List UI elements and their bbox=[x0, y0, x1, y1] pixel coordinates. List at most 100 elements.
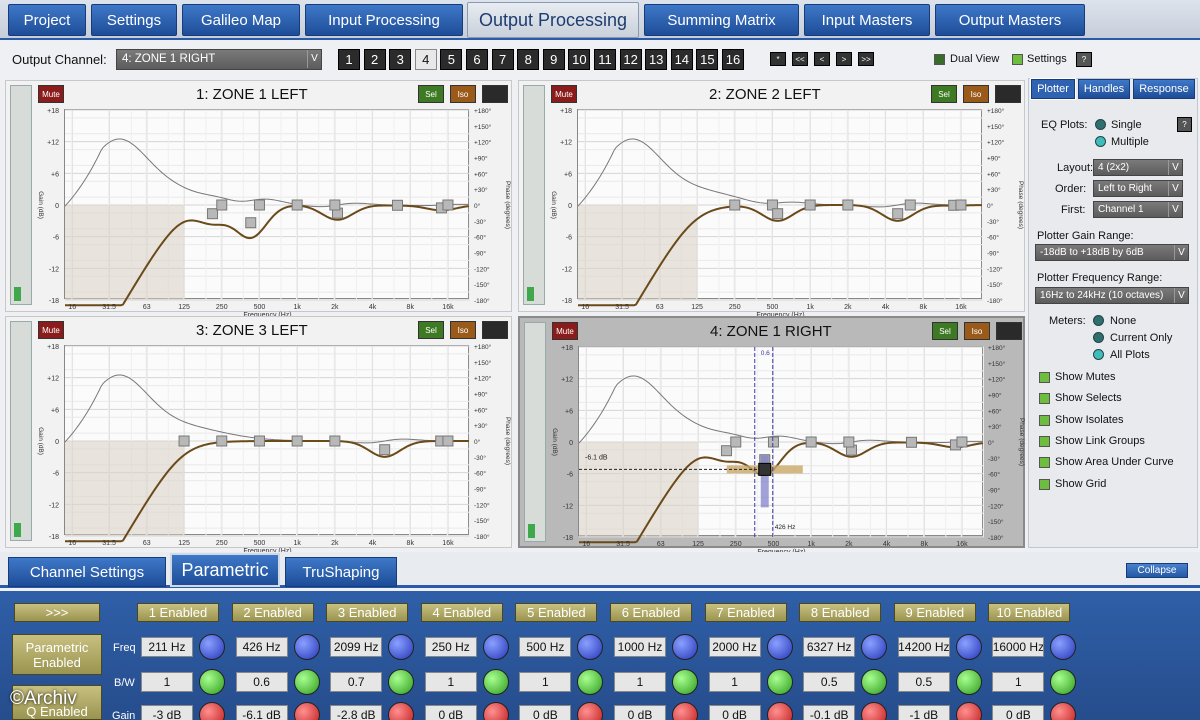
tab-channel-settings[interactable]: Channel Settings bbox=[8, 557, 166, 587]
mute-button[interactable]: Mute bbox=[552, 322, 578, 340]
band-3-gain-knob[interactable] bbox=[388, 702, 415, 720]
checkbox-show-grid[interactable] bbox=[1039, 478, 1050, 490]
band-3-gain-field[interactable]: -2.8 dB bbox=[330, 705, 383, 720]
select-button[interactable]: Sel bbox=[931, 85, 957, 103]
band-7-enable-button[interactable]: 7 Enabled bbox=[704, 603, 787, 622]
collapse-button[interactable]: Collapse bbox=[1126, 563, 1188, 578]
nav-star-button[interactable]: * bbox=[770, 52, 786, 66]
nav-prev-button[interactable]: < bbox=[814, 52, 830, 66]
band-4-freq-knob[interactable] bbox=[482, 634, 509, 660]
band-4-gain-field[interactable]: 0 dB bbox=[424, 705, 477, 720]
tab-parametric[interactable]: Parametric bbox=[170, 553, 280, 587]
band-5-enable-button[interactable]: 5 Enabled bbox=[515, 603, 598, 622]
channel-button-3[interactable]: 3 bbox=[389, 49, 412, 70]
band-7-bw-field[interactable]: 1 bbox=[708, 672, 761, 692]
band-7-gain-field[interactable]: 0 dB bbox=[708, 705, 761, 720]
band-1-gain-field[interactable]: -3 dB bbox=[141, 705, 193, 720]
band-6-gain-knob[interactable] bbox=[672, 702, 698, 720]
channel-button-4[interactable]: 4 bbox=[414, 49, 437, 70]
tab-plotter[interactable]: Plotter bbox=[1030, 78, 1076, 100]
band-8-freq-field[interactable]: 6327 Hz bbox=[803, 637, 856, 657]
tab-response[interactable]: Response bbox=[1133, 79, 1195, 99]
view-button[interactable] bbox=[995, 85, 1021, 103]
tab-handles[interactable]: Handles bbox=[1078, 79, 1130, 99]
band-1-gain-knob[interactable] bbox=[199, 702, 225, 720]
channel-button-8[interactable]: 8 bbox=[517, 49, 540, 70]
band-1-freq-field[interactable]: 211 Hz bbox=[141, 637, 193, 657]
eq-multiple-radio[interactable] bbox=[1095, 136, 1106, 147]
band-9-gain-field[interactable]: -1 dB bbox=[897, 705, 950, 720]
mute-button[interactable]: Mute bbox=[38, 321, 64, 339]
isolate-button[interactable]: Iso bbox=[450, 321, 476, 339]
band-5-gain-knob[interactable] bbox=[577, 702, 604, 720]
parametric-enabled-button[interactable]: Parametric Enabled bbox=[12, 634, 102, 675]
gain-range-select[interactable]: -18dB to +18dB by 6dB V bbox=[1035, 244, 1189, 261]
eq-plot-panel-2[interactable]: Mute Sel Iso 2: ZONE 2 LEFT +18 +12 +6 0 -6 -12 -1… bbox=[518, 80, 1025, 319]
band-8-gain-knob[interactable] bbox=[861, 702, 888, 720]
band-7-bw-knob[interactable] bbox=[766, 669, 793, 695]
isolate-button[interactable]: Iso bbox=[964, 322, 990, 340]
band-10-bw-field[interactable]: 1 bbox=[992, 672, 1045, 692]
band-9-bw-knob[interactable] bbox=[955, 669, 982, 695]
band-6-freq-field[interactable]: 1000 Hz bbox=[614, 637, 666, 657]
view-button[interactable] bbox=[482, 85, 508, 103]
channel-button-2[interactable]: 2 bbox=[363, 49, 386, 70]
channel-button-1[interactable]: 1 bbox=[338, 49, 360, 70]
band-10-enable-button[interactable]: 10 Enabled bbox=[988, 603, 1071, 622]
band-6-bw-knob[interactable] bbox=[672, 669, 698, 695]
layout-select[interactable]: 4 (2x2) V bbox=[1093, 159, 1183, 176]
band-7-freq-knob[interactable] bbox=[766, 634, 793, 660]
band-8-bw-field[interactable]: 0.5 bbox=[803, 672, 856, 692]
isolate-button[interactable]: Iso bbox=[963, 85, 989, 103]
band-2-enable-button[interactable]: 2 Enabled bbox=[231, 603, 314, 622]
nav-last-button[interactable]: >> bbox=[858, 52, 874, 66]
select-button[interactable]: Sel bbox=[418, 321, 444, 339]
band-5-bw-knob[interactable] bbox=[577, 669, 604, 695]
channel-button-12[interactable]: 12 bbox=[619, 49, 642, 70]
channel-button-10[interactable]: 10 bbox=[568, 49, 591, 70]
band-10-freq-field[interactable]: 16000 Hz bbox=[992, 637, 1045, 657]
band-1-bw-knob[interactable] bbox=[199, 669, 225, 695]
band-6-enable-button[interactable]: 6 Enabled bbox=[610, 603, 692, 622]
tab-trushaping[interactable]: TruShaping bbox=[285, 557, 397, 587]
band-9-gain-knob[interactable] bbox=[955, 702, 982, 720]
eq-graph[interactable]: +18 +12 +6 0 -6 -12 -18 +180° +150° +120° +90° +60°… bbox=[37, 343, 511, 555]
band-9-bw-field[interactable]: 0.5 bbox=[897, 672, 950, 692]
checkbox-show-isolates[interactable] bbox=[1039, 414, 1050, 426]
output-channel-select[interactable]: 4: ZONE 1 RIGHT V bbox=[116, 49, 322, 70]
tab-summing-matrix[interactable]: Summing Matrix bbox=[644, 4, 799, 36]
band-5-freq-field[interactable]: 500 Hz bbox=[519, 637, 572, 657]
band-4-enable-button[interactable]: 4 Enabled bbox=[420, 603, 503, 622]
channel-button-14[interactable]: 14 bbox=[670, 49, 693, 70]
view-button[interactable] bbox=[482, 321, 508, 339]
meters-current-radio[interactable] bbox=[1093, 332, 1104, 343]
eq-graph[interactable]: +18 +12 +6 0 -6 -12 -18 +180° +150° +120° +90° +60°… bbox=[550, 107, 1024, 319]
band-7-gain-knob[interactable] bbox=[766, 702, 793, 720]
mute-button[interactable]: Mute bbox=[38, 85, 64, 103]
band-2-bw-knob[interactable] bbox=[293, 669, 320, 695]
eq-graph[interactable]: +18 +12 +6 0 -6 -12 -18 +180° +150° +120° +90° +60°… bbox=[37, 107, 511, 319]
settings-checkbox[interactable] bbox=[1012, 54, 1023, 65]
band-8-gain-field[interactable]: -0.1 dB bbox=[803, 705, 856, 720]
band-10-freq-knob[interactable] bbox=[1050, 634, 1077, 660]
band-1-enable-button[interactable]: 1 Enabled bbox=[137, 603, 219, 622]
eq-graph[interactable]: +18 +12 +6 0 -6 -12 -18 +180° +150° +120° +90° +60°… bbox=[551, 344, 1025, 556]
channel-button-5[interactable]: 5 bbox=[440, 49, 463, 70]
band-6-freq-knob[interactable] bbox=[672, 634, 698, 660]
tab-project[interactable]: Project bbox=[8, 4, 86, 36]
eq-plot-panel-3[interactable]: Mute Sel Iso 3: ZONE 3 LEFT +18 +12 +6 0 -6 -12 -1… bbox=[5, 316, 512, 555]
view-button[interactable] bbox=[996, 322, 1022, 340]
band-6-bw-field[interactable]: 1 bbox=[614, 672, 666, 692]
band-9-freq-field[interactable]: 14200 Hz bbox=[897, 637, 950, 657]
band-3-freq-knob[interactable] bbox=[388, 634, 415, 660]
tab-galileo-map[interactable]: Galileo Map bbox=[182, 4, 300, 36]
channel-button-9[interactable]: 9 bbox=[542, 49, 565, 70]
tab-output-masters[interactable]: Output Masters bbox=[935, 4, 1085, 36]
band-4-gain-knob[interactable] bbox=[482, 702, 509, 720]
channel-button-16[interactable]: 16 bbox=[722, 49, 744, 70]
band-4-freq-field[interactable]: 250 Hz bbox=[424, 637, 477, 657]
band-7-freq-field[interactable]: 2000 Hz bbox=[708, 637, 761, 657]
band-5-gain-field[interactable]: 0 dB bbox=[519, 705, 572, 720]
freq-range-select[interactable]: 16Hz to 24kHz (10 octaves) V bbox=[1035, 287, 1189, 304]
band-3-bw-field[interactable]: 0.7 bbox=[330, 672, 383, 692]
